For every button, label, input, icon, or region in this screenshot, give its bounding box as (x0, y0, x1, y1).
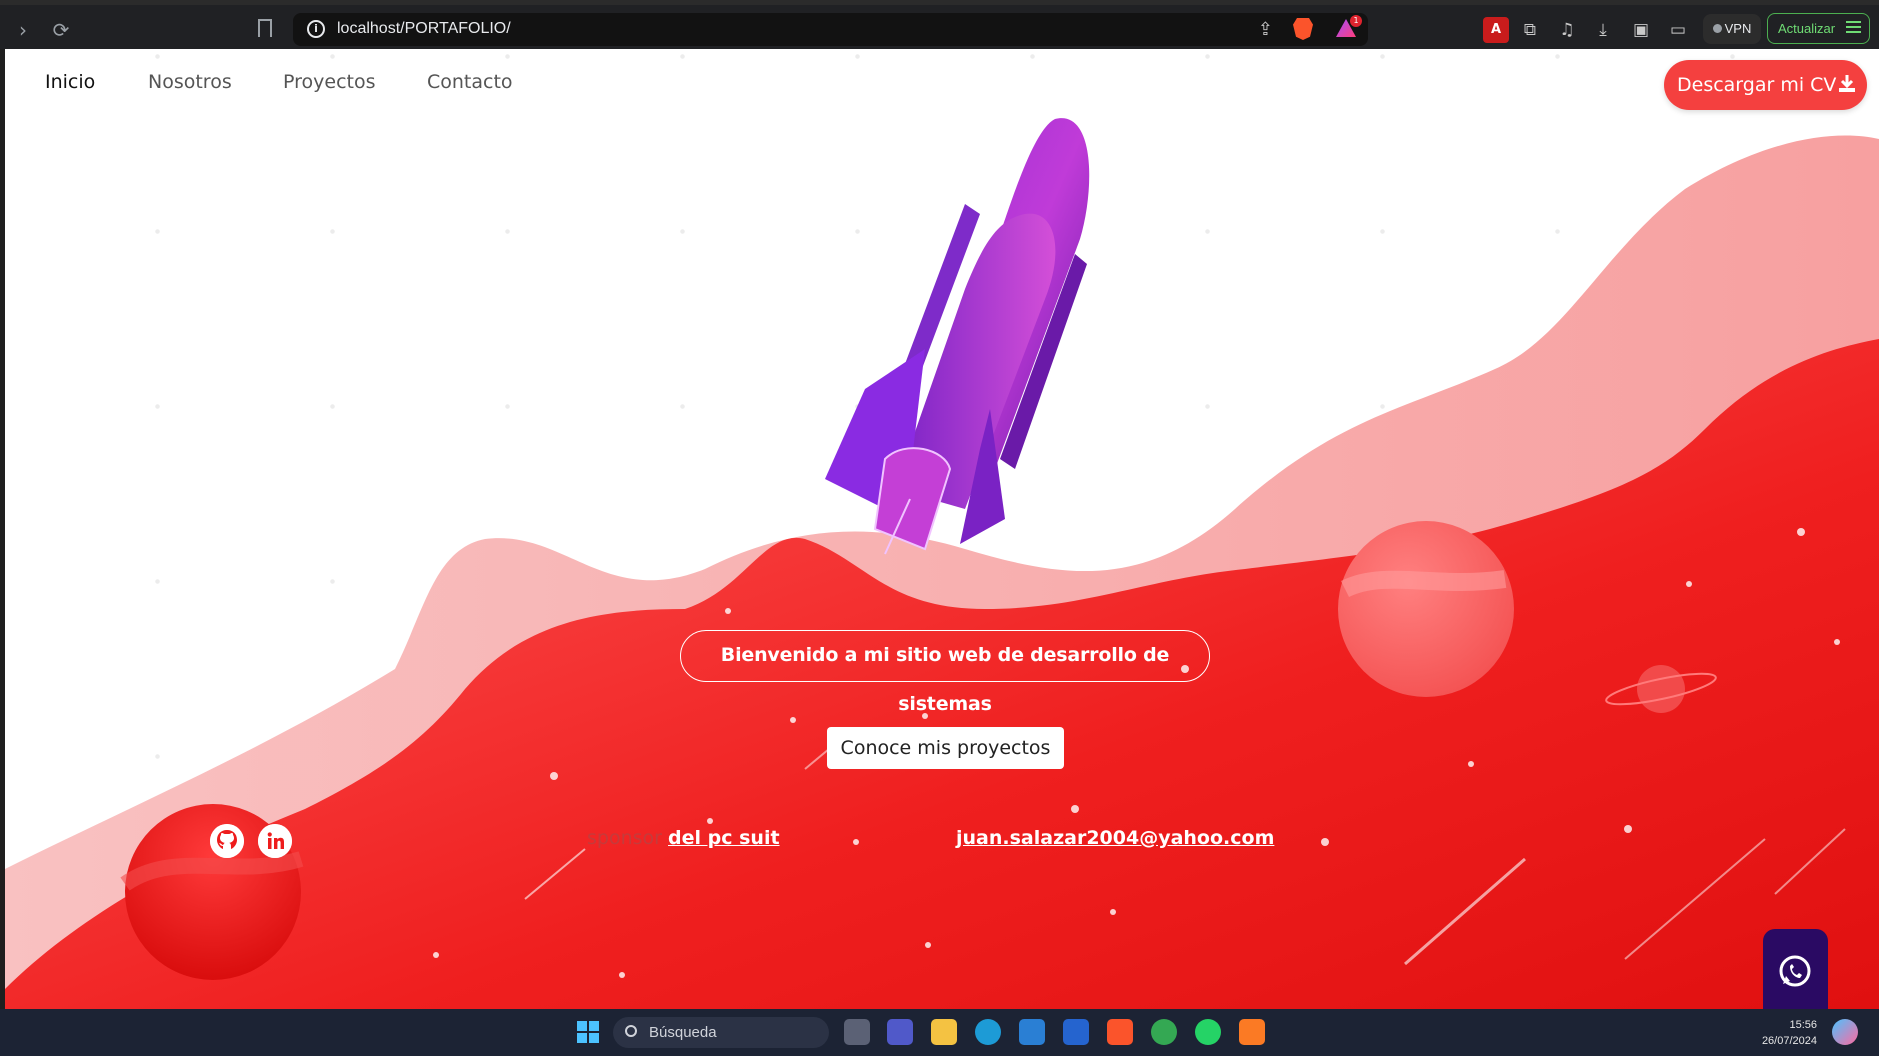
chrome-icon[interactable] (1151, 1019, 1177, 1045)
xampp-icon[interactable] (1239, 1019, 1265, 1045)
edge-icon[interactable] (975, 1019, 1001, 1045)
file-explorer-icon[interactable] (931, 1019, 957, 1045)
copilot-icon[interactable] (1832, 1019, 1858, 1045)
sponsor-text: sponsor del pc suit (587, 827, 780, 849)
share-icon[interactable]: ⇪ (1258, 19, 1273, 40)
sidebar-icon[interactable]: ▣ (1628, 17, 1654, 43)
nav-contacto[interactable]: Contacto (427, 71, 513, 93)
address-bar[interactable]: i localhost/PORTAFOLIO/ ⇪ 1 (293, 13, 1368, 46)
planet-large (1338, 521, 1514, 697)
planet-small (1637, 665, 1685, 713)
taskbar-clock[interactable]: 15:56 26/07/2024 (1762, 1017, 1817, 1049)
welcome-banner: Bienvenido a mi sitio web de desarrollo … (680, 630, 1210, 715)
projects-button[interactable]: Conoce mis proyectos (827, 727, 1064, 769)
downloads-icon[interactable]: ⤓ (1590, 17, 1616, 43)
download-icon (1839, 75, 1855, 92)
brave-shields-icon[interactable] (1293, 18, 1313, 40)
rocket-illustration (825, 118, 1090, 555)
extensions-icon[interactable]: ⧉ (1517, 17, 1543, 43)
pdf-extension-icon[interactable]: A (1483, 17, 1509, 43)
whatsapp-button[interactable] (1763, 929, 1828, 1009)
github-icon[interactable] (210, 824, 244, 858)
store-icon[interactable] (1019, 1019, 1045, 1045)
bookmark-icon[interactable] (258, 19, 272, 37)
nav-proyectos[interactable]: Proyectos (283, 71, 376, 93)
email-link[interactable]: juan.salazar2004@yahoo.com (956, 827, 1274, 849)
media-icon[interactable]: ♫ (1554, 17, 1580, 43)
todo-icon[interactable] (1063, 1019, 1089, 1045)
site-info-icon[interactable]: i (307, 20, 325, 38)
reload-icon[interactable]: ⟳ (48, 17, 74, 43)
whatsapp-app-icon[interactable] (1195, 1019, 1221, 1045)
hero-background (5, 118, 1879, 1009)
teams-icon[interactable] (887, 1019, 913, 1045)
search-icon (625, 1025, 637, 1037)
nav-nosotros[interactable]: Nosotros (148, 71, 232, 93)
browser-toolbar: › ⟳ i localhost/PORTAFOLIO/ ⇪ 1 A ⧉ ♫ ⤓ … (0, 0, 1879, 49)
vpn-status-icon (1712, 24, 1722, 33)
windows-start-icon[interactable] (575, 1019, 601, 1045)
menu-icon[interactable] (1846, 21, 1861, 23)
whatsapp-icon (1779, 955, 1811, 987)
page-viewport: Inicio Nosotros Proyectos Contacto Desca… (5, 49, 1879, 1009)
nav-inicio[interactable]: Inicio (45, 71, 95, 93)
update-button[interactable]: Actualizar (1767, 13, 1870, 44)
url-text[interactable]: localhost/PORTAFOLIO/ (337, 20, 511, 38)
download-cv-button[interactable]: Descargar mi CV (1664, 60, 1867, 110)
rewards-badge: 1 (1350, 15, 1362, 27)
vpn-button[interactable]: VPN (1703, 14, 1761, 44)
linkedin-icon[interactable] (258, 824, 292, 858)
top-navbar: Inicio Nosotros Proyectos Contacto Desca… (5, 49, 1879, 119)
windows-taskbar: Búsqueda 15:56 26/07/2024 (0, 1009, 1879, 1056)
wallet-icon[interactable]: ▭ (1665, 17, 1691, 43)
task-view-icon[interactable] (844, 1019, 870, 1045)
planet-band (1340, 570, 1507, 598)
brave-icon[interactable] (1107, 1019, 1133, 1045)
taskbar-search[interactable]: Búsqueda (613, 1017, 829, 1048)
sponsor-link[interactable]: del pc suit (668, 827, 780, 849)
forward-icon[interactable]: › (10, 17, 36, 43)
